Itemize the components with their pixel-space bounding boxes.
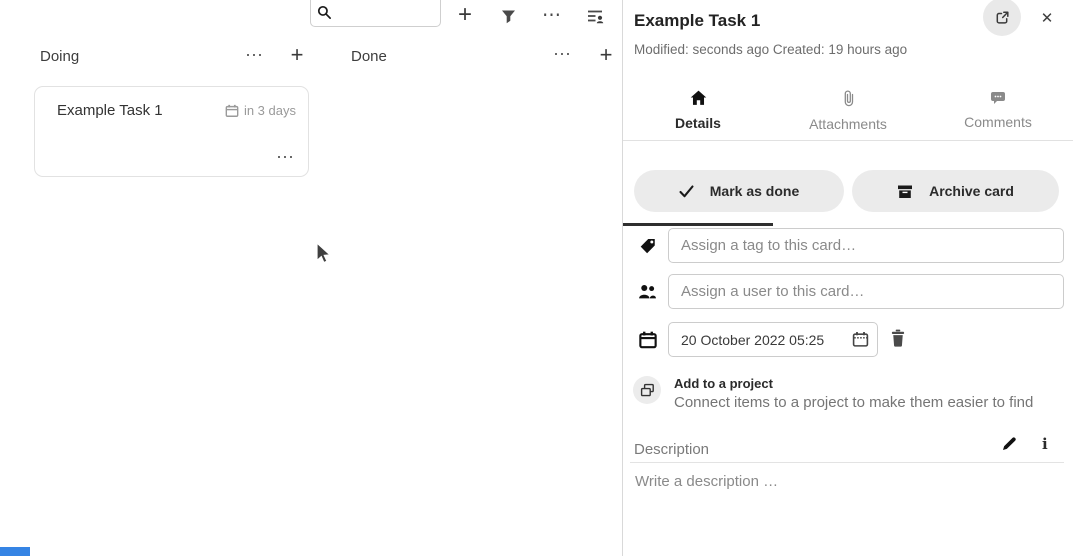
card-due-date: in 3 days	[225, 103, 296, 118]
due-date-calendar-icon	[639, 331, 657, 349]
panel-card-title: Example Task 1	[634, 11, 760, 31]
description-divider	[630, 462, 1064, 463]
tag-icon	[639, 237, 657, 255]
paperclip-icon	[842, 90, 855, 107]
filter-funnel-icon	[501, 9, 516, 24]
close-panel-button[interactable]: ✕	[1035, 6, 1059, 30]
comment-icon	[990, 90, 1006, 105]
calendar-icon	[225, 104, 239, 118]
tab-comments-label: Comments	[964, 114, 1032, 130]
tab-comments[interactable]: Comments	[923, 85, 1073, 140]
description-label: Description	[634, 441, 709, 458]
panel-tabs: Details Attachments Comments	[623, 85, 1073, 141]
column-title-done: Done	[351, 48, 387, 65]
stacked-windows-icon	[640, 383, 655, 398]
column-title-doing: Doing	[40, 48, 79, 65]
board-menu-button[interactable]: ⋯	[537, 0, 567, 30]
tab-details-label: Details	[675, 115, 721, 131]
trash-icon	[890, 329, 906, 347]
archive-card-button[interactable]: Archive card	[852, 170, 1059, 212]
assignee-filter-button[interactable]	[580, 1, 610, 31]
calendar-picker-icon	[852, 331, 869, 348]
tab-attachments-label: Attachments	[809, 116, 887, 132]
filter-button[interactable]	[493, 1, 523, 31]
search-icon	[317, 5, 332, 20]
archive-icon	[897, 184, 913, 199]
horizontal-scrollbar-thumb[interactable]	[0, 547, 30, 556]
add-to-project-row[interactable]: Add to a project Connect items to a proj…	[633, 373, 1063, 411]
column-done-add-button[interactable]: +	[592, 41, 620, 69]
search-input-wrap	[310, 0, 441, 27]
tab-details[interactable]: Details	[623, 85, 773, 140]
due-date-value: 20 October 2022 05:25	[681, 332, 852, 348]
open-external-button[interactable]	[983, 0, 1021, 36]
card-due-label: in 3 days	[244, 103, 296, 118]
list-user-icon	[587, 9, 604, 24]
description-info-button[interactable]: i	[1042, 435, 1048, 453]
add-card-toolbar-button[interactable]: +	[450, 0, 480, 30]
home-icon	[690, 90, 707, 106]
archive-card-label: Archive card	[929, 183, 1014, 199]
mark-as-done-label: Mark as done	[710, 183, 799, 199]
open-calendar-button[interactable]	[852, 331, 869, 348]
card-menu-button[interactable]: ⋯	[276, 147, 294, 168]
active-tab-indicator	[623, 223, 773, 226]
external-link-icon	[994, 9, 1011, 26]
kanban-app-window: + ⋯ Doing ⋯ + Done ⋯ + Example T	[0, 0, 1073, 556]
panel-card-meta: Modified: seconds ago Created: 19 hours …	[634, 42, 907, 57]
add-to-project-title: Add to a project	[674, 373, 1033, 391]
tab-attachments[interactable]: Attachments	[773, 85, 923, 140]
column-doing-menu-button[interactable]: ⋯	[240, 41, 268, 69]
remove-due-date-button[interactable]	[890, 329, 906, 350]
check-icon	[679, 185, 694, 198]
add-to-project-subtitle: Connect items to a project to make them …	[674, 394, 1033, 411]
search-input[interactable]	[336, 5, 434, 21]
assign-user-input[interactable]	[668, 274, 1064, 309]
column-doing-add-button[interactable]: +	[283, 41, 311, 69]
mark-as-done-button[interactable]: Mark as done	[634, 170, 844, 212]
project-icon-circle	[633, 376, 661, 404]
card-details-panel: Example Task 1 Modified: seconds ago Cre…	[623, 0, 1073, 556]
mouse-cursor	[313, 241, 333, 265]
kanban-card[interactable]: Example Task 1 in 3 days ⋯	[34, 86, 309, 177]
assign-tag-input[interactable]	[668, 228, 1064, 263]
users-icon	[638, 283, 657, 300]
column-done-menu-button[interactable]: ⋯	[548, 40, 576, 68]
card-title: Example Task 1	[57, 102, 225, 119]
edit-description-button[interactable]	[1001, 436, 1017, 455]
description-placeholder[interactable]: Write a description …	[635, 473, 778, 490]
due-date-field[interactable]: 20 October 2022 05:25	[668, 322, 878, 357]
pencil-icon	[1001, 436, 1017, 452]
